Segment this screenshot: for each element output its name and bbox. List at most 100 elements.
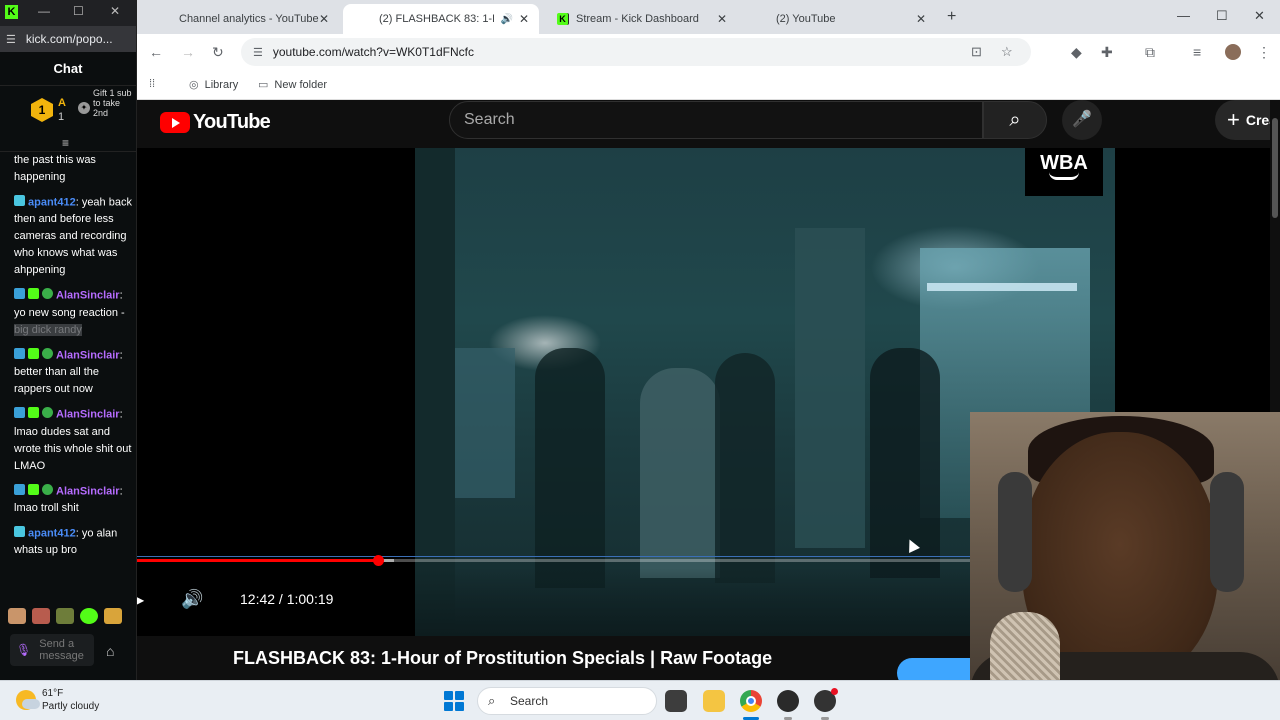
audio-playing-icon[interactable]: 🔊	[500, 14, 512, 25]
windows-logo-icon	[444, 691, 453, 700]
weather-widget[interactable]: 61°F Partly cloudy	[16, 687, 99, 713]
tab-channel-analytics[interactable]: Channel analytics - YouTube Studio ✕	[143, 4, 339, 124]
headphone-icon	[998, 472, 1032, 592]
close-window-icon[interactable]: ✕	[1254, 8, 1265, 24]
kick-chat-window: K — ☐ ✕ ☰ kick.com/popo... Chat 1 A1 ✦ G…	[0, 0, 137, 680]
site-info-icon[interactable]: ☰	[253, 46, 263, 59]
maximize-icon[interactable]: ☐	[73, 4, 84, 18]
tab-strip: Channel analytics - YouTube Studio ✕ (2)…	[137, 0, 1280, 124]
scrollbar-thumb[interactable]	[1272, 118, 1278, 218]
minimize-icon[interactable]: —	[1177, 8, 1190, 23]
close-tab-icon[interactable]: ✕	[319, 12, 329, 26]
apps-icon[interactable]: ⁞⁞	[149, 78, 161, 90]
extension-icon[interactable]: ◆	[1071, 44, 1082, 61]
verified-badge-icon	[42, 288, 53, 300]
vip-badge-icon	[28, 483, 39, 495]
chrome-icon[interactable]	[740, 690, 762, 712]
tab-youtube[interactable]: (2) YouTube ✕	[740, 4, 936, 124]
close-tab-icon[interactable]: ✕	[916, 12, 926, 26]
screen: K — ☐ ✕ ☰ kick.com/popo... Chat 1 A1 ✦ G…	[0, 0, 1280, 720]
play-icon[interactable]: ▶	[137, 593, 144, 607]
chat-username[interactable]: apant412	[28, 196, 76, 208]
reading-list-icon[interactable]: ≡	[1193, 44, 1201, 60]
video-title: FLASHBACK 83: 1-Hour of Prostitution Spe…	[233, 648, 773, 668]
tab-title: Channel analytics - YouTube Studio	[179, 13, 319, 25]
obs-icon[interactable]	[777, 690, 799, 712]
emote-icon[interactable]	[80, 608, 98, 624]
chat-username[interactable]: AlanSinclair	[56, 290, 120, 302]
start-button[interactable]	[444, 691, 464, 711]
close-tab-icon[interactable]: ✕	[519, 12, 529, 26]
bookmarks-bar: ⁞⁞ ◎ Library ▭ New folder	[137, 71, 1280, 100]
search-button[interactable]: ⌕	[983, 101, 1047, 139]
kick-titlebar: K — ☐ ✕	[0, 0, 136, 26]
app-notification-icon[interactable]	[814, 688, 838, 712]
subscriber-badge-icon	[14, 526, 25, 538]
emote-icon[interactable]	[104, 608, 122, 624]
file-explorer-icon[interactable]	[703, 690, 725, 712]
chat-username[interactable]: AlanSinclair	[56, 409, 120, 421]
verified-badge-icon	[42, 483, 53, 495]
minimize-icon[interactable]: —	[38, 4, 50, 18]
mic-icon[interactable]: 🎙	[16, 644, 31, 656]
menu-icon[interactable]: ⋮	[1257, 44, 1271, 61]
headphone-icon	[1210, 472, 1244, 592]
plus-icon: +	[1227, 107, 1240, 132]
reload-icon[interactable]: ↻	[212, 44, 224, 61]
chat-username[interactable]: AlanSinclair	[56, 485, 120, 497]
kick-address-bar[interactable]: ☰ kick.com/popo...	[0, 26, 136, 52]
emote-icon[interactable]	[8, 608, 26, 624]
top-gifter-name[interactable]: A1	[58, 96, 66, 124]
site-info-icon[interactable]: ☰	[6, 33, 16, 46]
filter-icon[interactable]: ≡	[62, 136, 69, 150]
tab-kick-dashboard[interactable]: K Stream - Kick Dashboard ✕	[541, 4, 737, 34]
extensions-puzzle-icon[interactable]: ✚	[1101, 44, 1113, 61]
tab-flashback-video[interactable]: (2) FLASHBACK 83: 1-Hour of Prostitution…	[343, 4, 539, 124]
task-view-icon[interactable]	[665, 690, 687, 712]
bookmark-library[interactable]: ◎ Library	[189, 78, 238, 92]
taskbar-search[interactable]: ⌕ Search	[477, 687, 657, 715]
close-icon[interactable]: ✕	[110, 4, 120, 18]
profile-avatar[interactable]	[1225, 44, 1241, 60]
bookmark-star-icon[interactable]: ☆	[1001, 38, 1013, 66]
moderator-badge-icon	[14, 407, 25, 419]
back-icon[interactable]: ←	[149, 44, 163, 60]
taskbar-search-label: Search	[510, 694, 549, 708]
vip-badge-icon	[28, 407, 39, 419]
search-input[interactable]: Search	[449, 101, 983, 139]
volume-icon[interactable]: 🔊	[181, 589, 203, 610]
chat-username[interactable]: apant412	[28, 527, 76, 539]
partly-cloudy-icon	[16, 690, 40, 710]
chat-input-placeholder: Send a message	[39, 638, 84, 662]
close-tab-icon[interactable]: ✕	[717, 12, 727, 26]
chat-message: AlanSinclair: lmao dudes sat and wrote t…	[14, 406, 132, 474]
kick-icon: K	[557, 13, 569, 25]
media-control-icon[interactable]: ⧉	[1145, 44, 1155, 61]
chat-message-list: the past this was happening apant412: ye…	[0, 152, 136, 592]
youtube-logo[interactable]: YouTube	[160, 111, 271, 134]
verified-badge-icon	[42, 347, 53, 359]
voice-search-icon[interactable]: 🎤	[1062, 100, 1102, 140]
forward-icon[interactable]: →	[181, 44, 195, 60]
vip-badge-icon	[28, 288, 39, 300]
search-icon: ⌕	[1009, 109, 1021, 131]
maximize-icon[interactable]: ☐	[1216, 8, 1228, 24]
time-display: 12:42 / 1:00:19	[240, 591, 334, 607]
address-text: youtube.com/watch?v=WK0T1dFNcfc	[272, 45, 474, 59]
emoji-picker-icon[interactable]: ⌂	[106, 643, 114, 659]
new-tab-button[interactable]: +	[947, 8, 956, 26]
chat-input[interactable]: 🎙 Send a message	[10, 634, 94, 666]
address-bar[interactable]: ☰ youtube.com/watch?v=WK0T1dFNcfc ☆ ⊡	[241, 38, 1031, 66]
gift-sub-prompt[interactable]: Gift 1 sub to take 2nd	[93, 88, 133, 118]
temperature: 61°F	[42, 688, 64, 699]
emote-icon[interactable]	[32, 608, 50, 624]
progress-scrubber[interactable]	[373, 555, 385, 566]
pillar-shape	[415, 148, 455, 636]
emote-icon[interactable]	[56, 608, 74, 624]
install-app-icon[interactable]: ⊡	[971, 38, 982, 66]
bookmark-new-folder[interactable]: ▭ New folder	[258, 78, 327, 92]
youtube-masthead: YouTube Search ⌕ 🎤 +Create	[137, 100, 1280, 148]
library-icon: ◎	[189, 79, 199, 91]
chat-message: AlanSinclair: yo new song reaction - big…	[14, 287, 132, 338]
chat-username[interactable]: AlanSinclair	[56, 349, 120, 361]
